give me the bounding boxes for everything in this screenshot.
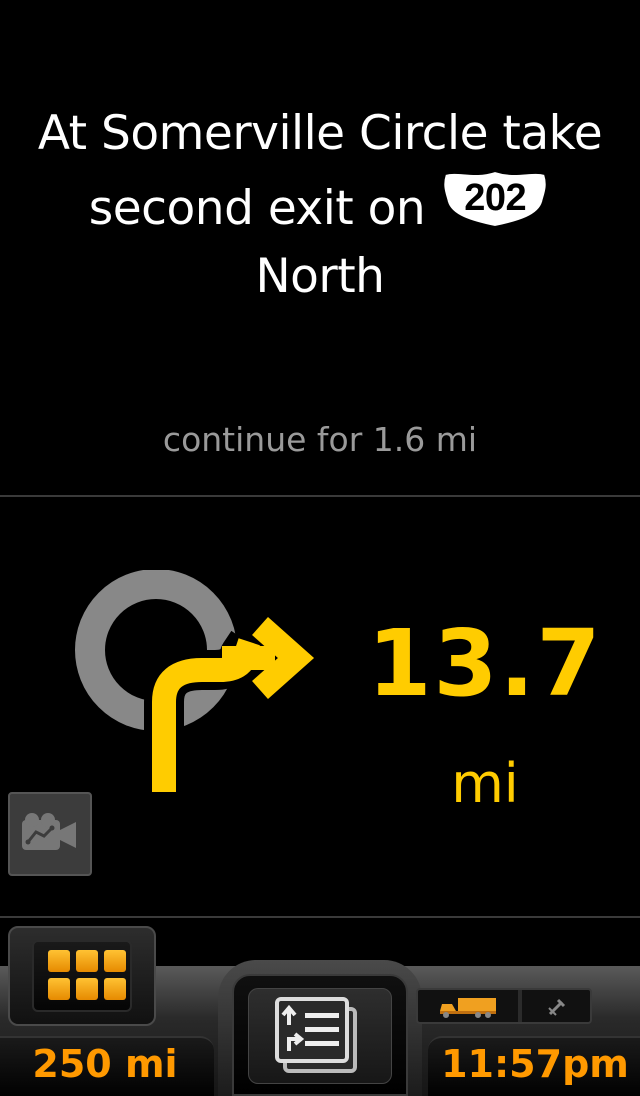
status-strip [416,988,592,1024]
maneuver-distance-value: 13.7 [367,610,603,717]
turn-instruction: At Somerville Circle take second exit on… [0,100,640,311]
directions-list-button[interactable] [232,974,408,1096]
current-time: 11:57pm [441,1042,629,1086]
directions-list-icon [275,997,357,1073]
navigation-screen: At Somerville Circle take second exit on… [0,0,640,1096]
maneuver-distance-unit: mi [451,752,519,815]
bottom-bar: 250 mi 11:57pm [0,918,640,1096]
instruction-line-1: At Somerville Circle take [37,106,603,161]
remaining-range: 250 mi [32,1042,178,1086]
roundabout-second-exit-icon [70,569,331,804]
camera-button[interactable] [8,792,92,876]
instruction-line-2: second exit on 202 [0,168,640,243]
us-route-shield: 202 [439,168,551,230]
gps-satellite-icon [548,998,566,1016]
route-number: 202 [464,177,527,219]
divider [0,495,640,497]
instruction-line-3: North [255,249,385,304]
camera-icon [22,813,76,850]
continue-distance-text: continue for 1.6 mi [162,420,478,459]
status-separator [518,990,522,1022]
instruction-line-2-text: second exit on [88,181,426,236]
truck-icon [440,998,496,1018]
main-menu-button[interactable] [8,926,156,1026]
directions-list-button-face [248,988,392,1084]
main-menu-button-face [32,940,132,1012]
